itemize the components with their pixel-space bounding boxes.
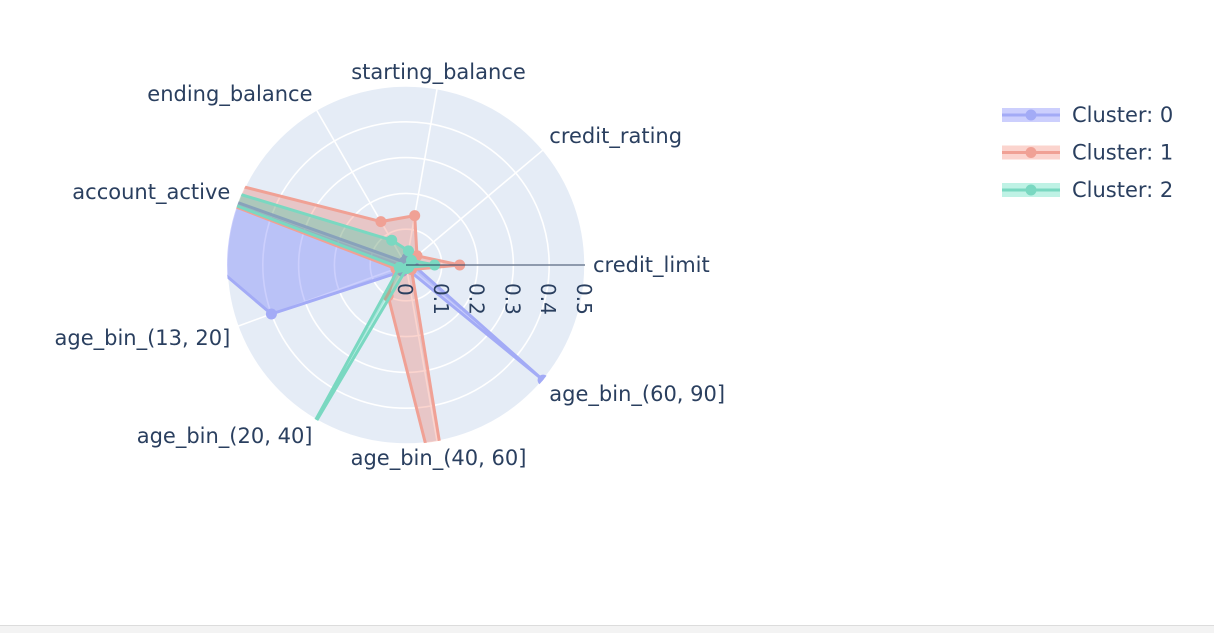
series-point-cluster-2: [64, 137, 75, 148]
angular-axis-label: credit_limit: [593, 253, 710, 278]
legend-item-cluster-1[interactable]: Cluster: 1: [1002, 141, 1173, 165]
legend-swatch-marker: [1025, 184, 1037, 196]
legend-label: Cluster: 1: [1072, 141, 1173, 165]
legend-label: Cluster: 0: [1072, 103, 1173, 127]
series-point-cluster-1: [460, 594, 471, 605]
radar-chart: 0 0.1 0.2 0.3 0.4 0.5 credit_limit credit_rati…: [55, 60, 1174, 605]
radial-tick-label: 0: [393, 283, 417, 296]
series-point-cluster-2: [403, 261, 415, 273]
bottom-scrollbar-area: [0, 625, 1214, 633]
radial-tick-label: 0.2: [465, 283, 489, 315]
angular-axis-label: age_bin_(13, 20]: [55, 326, 231, 351]
legend-item-cluster-2[interactable]: Cluster: 2: [1002, 178, 1173, 202]
angular-axis-label: credit_rating: [549, 124, 682, 149]
angular-axis-label: account_active: [72, 180, 230, 205]
radial-tick-label: 0.5: [572, 283, 596, 315]
series-point-cluster-2: [386, 234, 398, 246]
series-point-cluster-1: [64, 137, 75, 148]
legend: Cluster: 0 Cluster: 1 Cluster: 2: [1002, 103, 1173, 202]
series-point-cluster-1: [375, 216, 387, 228]
series-point-cluster-0: [265, 308, 277, 320]
radial-tick-label: 0.3: [500, 283, 524, 315]
radial-tick-label: 0.1: [429, 283, 453, 315]
legend-swatch-marker: [1025, 109, 1037, 121]
angular-axis-label: age_bin_(20, 40]: [137, 424, 313, 449]
radial-tick-label: 0.4: [536, 283, 560, 315]
angular-axis-label: age_bin_(40, 60]: [351, 446, 527, 471]
angular-axis-label: age_bin_(60, 90]: [549, 382, 725, 407]
series-point-cluster-1: [409, 210, 421, 222]
series-point-cluster-0: [64, 137, 75, 148]
page: 0 0.1 0.2 0.3 0.4 0.5 credit_limit credit_rati…: [0, 0, 1214, 633]
angular-axis-label: ending_balance: [147, 82, 312, 107]
legend-swatch-marker: [1025, 147, 1037, 158]
series-point-cluster-2: [403, 245, 414, 257]
legend-item-cluster-0[interactable]: Cluster: 0: [1002, 103, 1173, 127]
angular-axis-label: starting_balance: [351, 60, 526, 85]
legend-label: Cluster: 2: [1072, 178, 1173, 202]
